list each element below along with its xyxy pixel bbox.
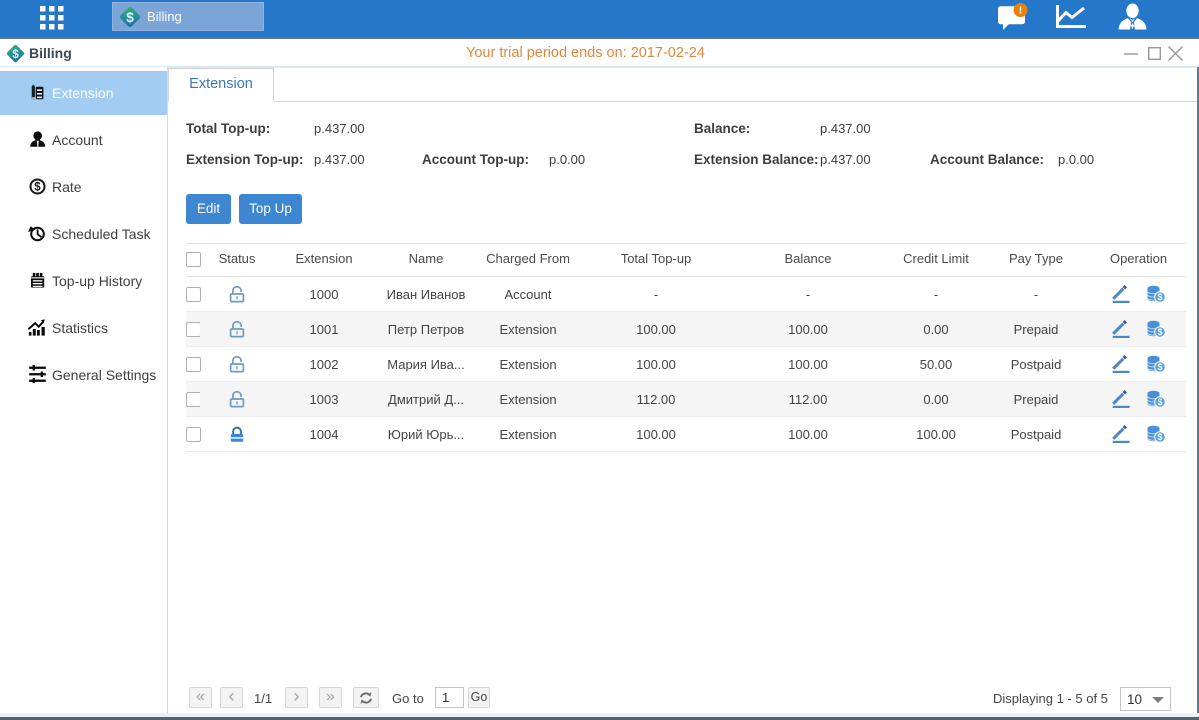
svg-text:$: $: [1157, 397, 1162, 407]
svg-text:$: $: [1157, 327, 1162, 337]
svg-text:$: $: [34, 182, 41, 194]
svg-text:$: $: [12, 47, 19, 61]
svg-text:!: !: [1019, 5, 1023, 17]
svg-text:$: $: [1157, 432, 1162, 442]
svg-text:$: $: [1157, 292, 1162, 302]
svg-text:$: $: [126, 9, 134, 25]
svg-text:$: $: [1157, 362, 1162, 372]
